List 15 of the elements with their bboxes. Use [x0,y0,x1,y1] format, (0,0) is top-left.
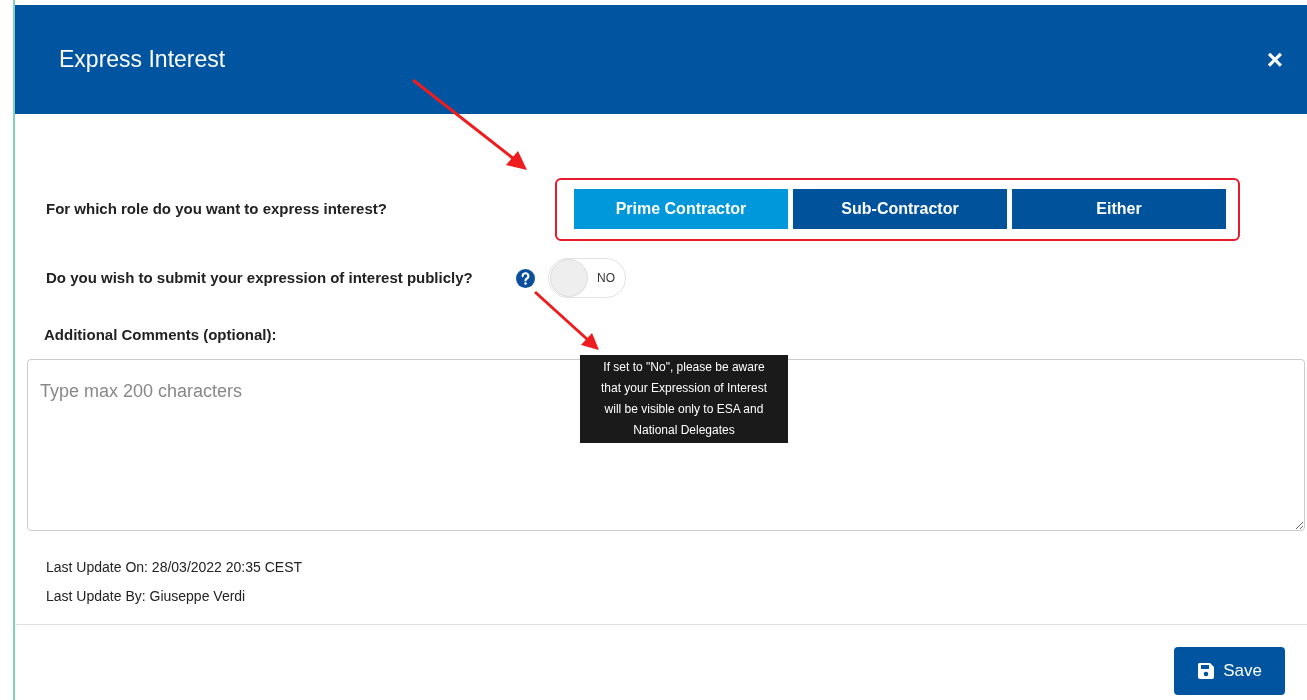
dialog-title: Express Interest [59,45,226,75]
role-option-button[interactable]: Either [1012,189,1226,229]
public-toggle[interactable]: NO [548,258,626,298]
help-icon[interactable] [516,268,535,288]
close-button[interactable]: × [1266,45,1283,74]
annotation-arrow [532,289,602,353]
role-question-label: For which role do you want to express interest? [46,198,388,219]
public-question-label: Do you wish to submit your expression of interest publicly? [46,267,474,288]
save-icon [1197,661,1216,680]
last-update-by: Last Update By: Giuseppe Verdi [45,586,247,606]
role-option-button[interactable]: Sub-Contractor [793,189,1007,229]
last-update-on: Last Update On: 28/03/2022 20:35 CEST [45,557,304,577]
comments-label: Additional Comments (optional): [44,325,277,345]
help-tooltip: If set to "No", please be aware that your Expression of Interest will be visible only to ESA and National Delegates [580,355,788,443]
save-button[interactable]: Save [1174,646,1285,695]
